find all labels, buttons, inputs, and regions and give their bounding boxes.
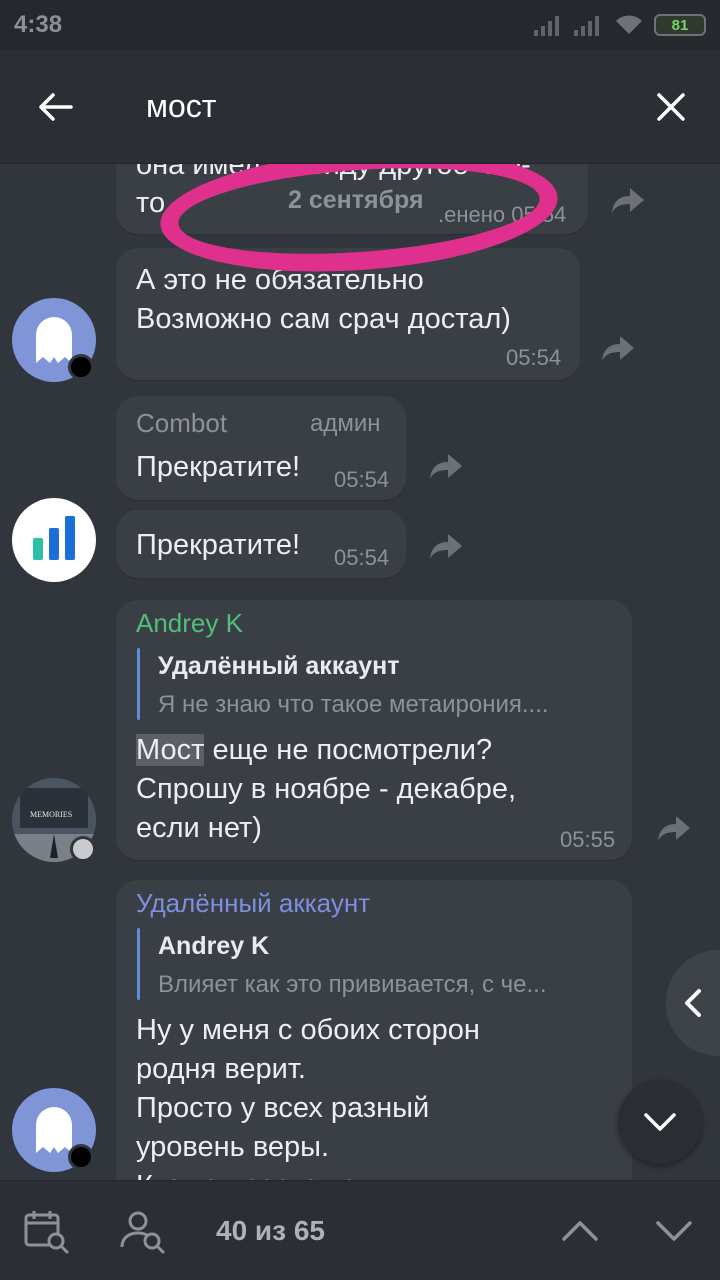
- status-dot: [68, 1144, 94, 1170]
- signal-icon-2: [574, 16, 599, 36]
- calendar-search-icon[interactable]: [22, 1207, 70, 1255]
- chat-messages: она имела в виду другое что- то .енено 0…: [0, 164, 720, 1180]
- message-text: А это не обязательно Возможно сам срач д…: [136, 264, 511, 335]
- reply-bar: [137, 648, 140, 720]
- search-result-counter: 40 из 65: [216, 1215, 325, 1246]
- chevron-down-icon[interactable]: [650, 1207, 698, 1255]
- search-header: мост: [0, 50, 720, 164]
- forward-icon[interactable]: [656, 810, 692, 846]
- forward-icon[interactable]: [600, 330, 636, 366]
- sender-name[interactable]: Combot: [136, 408, 227, 439]
- user-search-icon[interactable]: [118, 1207, 166, 1255]
- battery-indicator: 81: [654, 14, 706, 36]
- message-time: 05:54: [334, 545, 390, 570]
- message-text: Ну у меня с обоих сторон родня верит. Пр…: [136, 1014, 480, 1180]
- reply-author[interactable]: Andrey K: [158, 932, 269, 961]
- admin-badge: админ: [310, 410, 381, 437]
- reply-snippet[interactable]: Влияет как это прививается, с че...: [158, 971, 614, 999]
- search-nav-bar: 40 из 65: [0, 1180, 720, 1280]
- forward-icon[interactable]: [610, 182, 646, 218]
- status-bar: 4:38 81: [0, 0, 720, 50]
- message-time: 05:54: [506, 345, 562, 370]
- wifi-icon: [616, 15, 642, 34]
- reply-bar: [137, 928, 140, 1000]
- status-dot: [70, 836, 96, 862]
- back-button[interactable]: [0, 50, 110, 164]
- reply-author[interactable]: Удалённый аккаунт: [158, 652, 399, 681]
- sender-name[interactable]: Удалённый аккаунт: [136, 888, 370, 919]
- message-text: Спрошу в ноябре - декабре, если нет): [136, 773, 517, 844]
- sender-name[interactable]: Andrey K: [136, 608, 243, 639]
- arrow-left-icon: [39, 92, 73, 121]
- message-text-first-line: Мост еще не посмотрели?: [136, 731, 492, 770]
- message-text: Прекратите!: [136, 451, 301, 483]
- chevron-up-icon[interactable]: [556, 1207, 604, 1255]
- close-icon: [657, 93, 685, 121]
- clear-search-button[interactable]: [644, 80, 698, 134]
- avatar-caption: MEMORIES: [30, 810, 73, 819]
- combot-avatar[interactable]: [12, 498, 96, 582]
- status-icons: 81: [534, 14, 706, 36]
- status-dot: [68, 354, 94, 380]
- reply-snippet[interactable]: Я не знаю что такое метаирония....: [158, 691, 614, 719]
- search-input[interactable]: мост: [146, 88, 216, 125]
- status-time: 4:38: [14, 11, 63, 38]
- message-time: 05:54: [334, 467, 390, 492]
- signal-icon: [534, 16, 559, 36]
- forward-icon[interactable]: [428, 528, 464, 564]
- ghost-icon: [36, 317, 72, 363]
- message-time: 05:55: [560, 827, 616, 852]
- chevron-left-icon: [685, 989, 701, 1017]
- chevron-down-icon: [644, 1113, 676, 1131]
- ghost-icon: [36, 1107, 72, 1153]
- scroll-down-button[interactable]: [618, 1080, 702, 1164]
- message-text: еще не посмотрели?: [204, 734, 493, 766]
- bar-chart-icon: [33, 516, 75, 560]
- search-match-highlight: Мост: [136, 734, 205, 766]
- message-text: Прекратите!: [136, 529, 301, 561]
- forward-icon[interactable]: [428, 448, 464, 484]
